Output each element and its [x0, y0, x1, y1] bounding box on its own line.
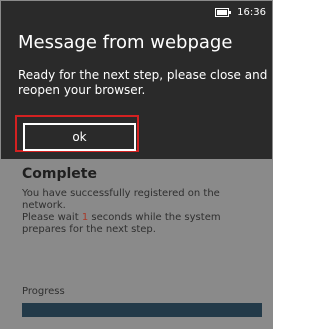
phone-screen: Complete You have successfully registere… — [0, 0, 273, 329]
wait-text-prefix: Please wait — [22, 212, 82, 223]
dialog-message-line: Ready for the next step, please close an… — [18, 68, 268, 82]
countdown-text-line: Please wait 1 seconds while the system — [22, 212, 257, 224]
progress-bar-fill — [22, 303, 262, 317]
background-page: Complete You have successfully registere… — [1, 159, 272, 328]
dialog-message: Ready for the next step, please close an… — [18, 68, 268, 98]
registration-message: You have successfully registered on the … — [22, 188, 257, 236]
status-time: 16:36 — [237, 7, 266, 18]
dialog-message-line: reopen your browser. — [18, 83, 146, 97]
battery-icon — [215, 8, 232, 17]
complete-heading: Complete — [22, 166, 97, 182]
dialog-title: Message from webpage — [18, 32, 233, 53]
ok-button[interactable]: ok — [23, 123, 136, 151]
registration-text-line: You have successfully registered on the — [22, 188, 220, 199]
progress-label: Progress — [22, 286, 65, 297]
registration-text-line: network. — [22, 200, 66, 211]
progress-bar — [22, 303, 262, 317]
wait-text-suffix: seconds while the system — [88, 212, 221, 223]
registration-text-line: prepares for the next step. — [22, 224, 156, 235]
status-bar: 16:36 — [215, 7, 266, 18]
message-dialog: 16:36 Message from webpage Ready for the… — [1, 1, 272, 159]
